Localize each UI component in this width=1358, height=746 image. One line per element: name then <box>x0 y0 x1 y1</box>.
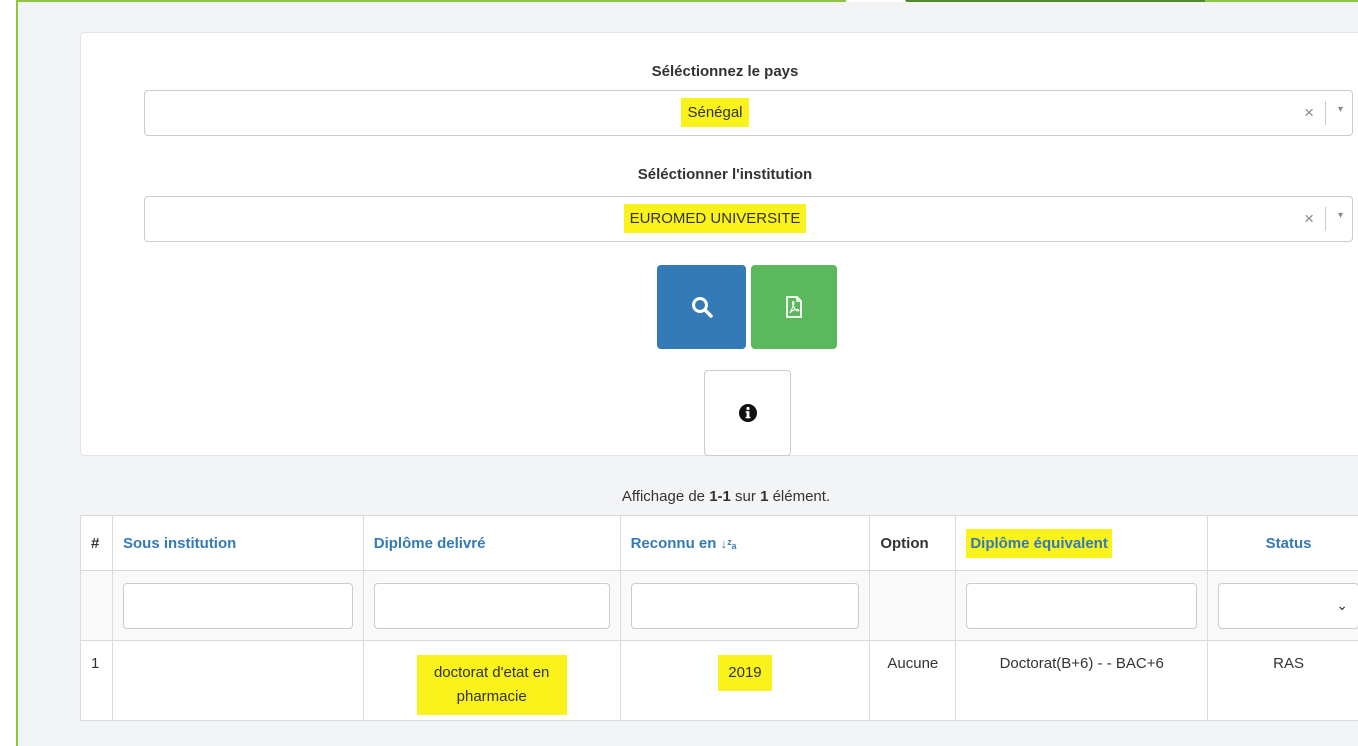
summary-middle: sur <box>730 488 761 505</box>
filter-cell <box>362 570 621 641</box>
cell-status: RAS <box>1207 640 1358 721</box>
filter-cell-empty <box>80 570 113 641</box>
column-header-diplome-delivre[interactable]: Diplôme delivré <box>362 515 621 571</box>
table-row: 1 doctorat d'etat en pharmacie 2019 Aucu… <box>80 640 1358 721</box>
select-separator <box>1325 207 1326 231</box>
filter-diplome-equivalent-input[interactable] <box>966 582 1198 629</box>
column-header-sous-institution[interactable]: Sous institution <box>111 515 364 571</box>
cell-diplome-equivalent: Doctorat(B+6) - - BAC+6 <box>955 640 1209 721</box>
filter-cell <box>955 570 1209 641</box>
table-header-row: # Sous institution Diplôme delivré Recon… <box>80 515 1358 571</box>
country-select[interactable]: Sénégal × ▾ <box>144 90 1353 136</box>
cell-diplome-delivre: doctorat d'etat en pharmacie <box>362 640 621 721</box>
summary-suffix: élément. <box>768 488 831 505</box>
info-icon <box>738 404 757 422</box>
country-label: Séléctionnez le pays <box>651 63 799 80</box>
sort-link-sous-institution[interactable]: Sous institution <box>123 535 236 552</box>
institution-select[interactable]: EUROMED UNIVERSITE × ▾ <box>144 196 1353 242</box>
filter-cell-empty <box>869 570 957 641</box>
institution-clear-icon[interactable]: × <box>1304 210 1314 228</box>
reconnu-en-text: 2019 <box>718 655 772 691</box>
column-header-reconnu-en[interactable]: Reconnu en ↓ᶻₐ <box>619 515 871 571</box>
country-select-value: Sénégal <box>145 91 1285 135</box>
results-summary: Affichage de 1-1 sur 1 élément. <box>18 488 1358 505</box>
filter-reconnu-en-input[interactable] <box>630 582 860 629</box>
info-button[interactable] <box>704 370 791 456</box>
filter-cell: ⌄ <box>1207 570 1358 641</box>
institution-label: Séléctionner l'institution <box>637 166 813 183</box>
column-header-status[interactable]: Status <box>1207 515 1358 571</box>
filter-cell <box>619 570 871 641</box>
search-icon <box>691 297 713 318</box>
country-clear-icon[interactable]: × <box>1304 104 1314 122</box>
sort-link-diplome-delivre[interactable]: Diplôme delivré <box>374 535 486 552</box>
column-header-number: # <box>80 515 113 571</box>
column-header-option: Option <box>869 515 957 571</box>
sort-link-status[interactable]: Status <box>1266 535 1312 552</box>
summary-range: 1-1 <box>709 488 731 505</box>
sort-desc-icon: ↓ᶻₐ <box>720 535 737 551</box>
select-separator <box>1325 101 1326 125</box>
column-header-diplome-equivalent[interactable]: Diplôme équivalent <box>955 515 1209 571</box>
country-selected-text: Sénégal <box>681 98 749 127</box>
country-dropdown-arrow-icon[interactable]: ▾ <box>1338 104 1343 115</box>
filter-row: ⌄ <box>80 570 1358 641</box>
cell-number: 1 <box>80 640 113 721</box>
cell-option: Aucune <box>869 640 957 721</box>
filter-sous-institution-input[interactable] <box>122 582 353 629</box>
page-background: Séléctionnez le pays Sénégal × ▾ Sélécti… <box>18 2 1358 746</box>
sort-link-diplome-equivalent[interactable]: Diplôme équivalent <box>966 528 1112 558</box>
export-pdf-button[interactable] <box>751 265 837 349</box>
search-button[interactable] <box>657 265 746 349</box>
sort-link-reconnu-en[interactable]: Reconnu en <box>631 535 717 552</box>
institution-dropdown-arrow-icon[interactable]: ▾ <box>1338 210 1343 221</box>
filter-status-select[interactable]: ⌄ <box>1218 582 1358 629</box>
institution-selected-text: EUROMED UNIVERSITE <box>623 204 807 233</box>
pdf-icon <box>786 296 802 318</box>
cell-reconnu-en: 2019 <box>619 640 871 721</box>
summary-prefix: Affichage de <box>621 488 710 505</box>
diplome-delivre-text: doctorat d'etat en pharmacie <box>416 655 567 715</box>
institution-select-value: EUROMED UNIVERSITE <box>145 197 1285 241</box>
chevron-down-icon: ⌄ <box>1336 596 1348 613</box>
results-table: # Sous institution Diplôme delivré Recon… <box>80 515 1358 721</box>
cell-sous-institution <box>111 640 364 721</box>
search-card: Séléctionnez le pays Sénégal × ▾ Sélécti… <box>80 32 1358 456</box>
filter-cell <box>111 570 364 641</box>
filter-diplome-delivre-input[interactable] <box>373 582 610 629</box>
